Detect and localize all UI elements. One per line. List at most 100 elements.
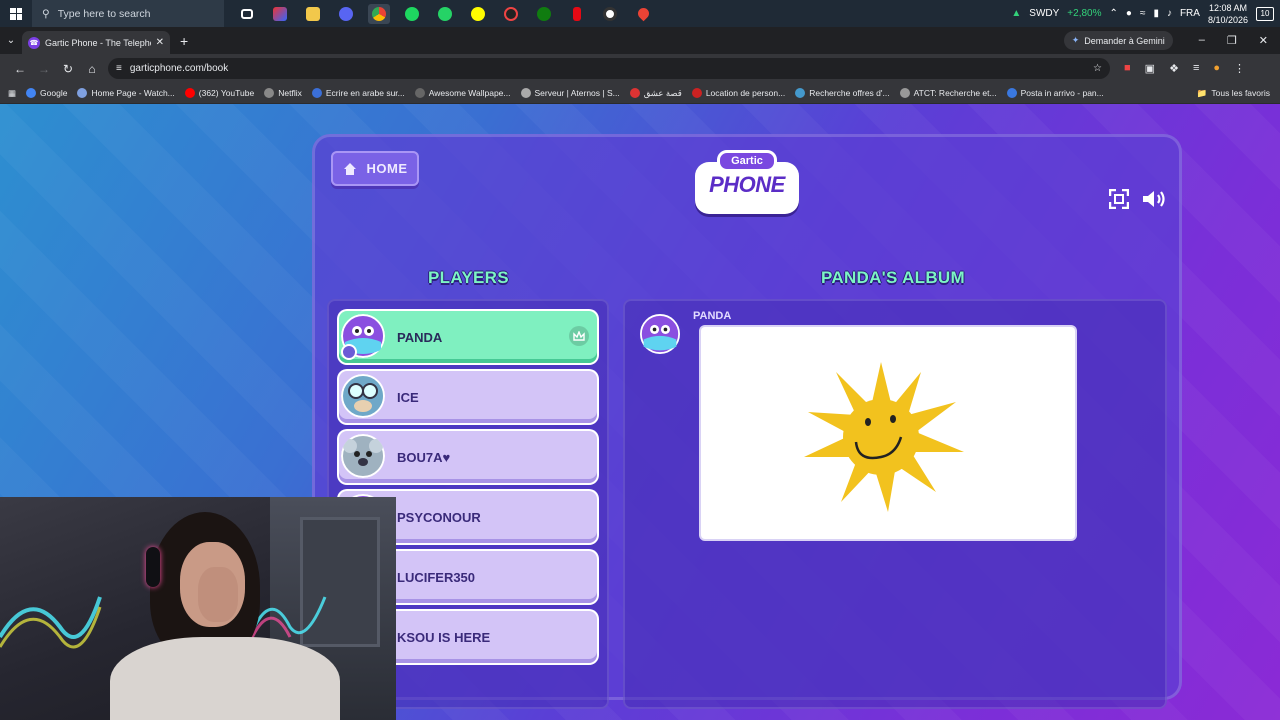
bookmark-favicon-icon (629, 88, 640, 98)
discord-icon[interactable] (335, 4, 357, 24)
new-tab-button[interactable]: + (180, 33, 188, 49)
gartic-favicon-icon: ☎ (28, 36, 40, 49)
bookmark-item[interactable]: Awesome Wallpape... (414, 88, 511, 98)
netflix-icon[interactable] (566, 4, 588, 24)
bookmark-favicon-icon (311, 88, 322, 98)
stock-name: SWDY (1029, 8, 1060, 19)
back-arrow-icon[interactable]: ← (8, 62, 32, 76)
sound-icon[interactable] (1141, 188, 1169, 210)
bookmark-favicon-icon (1006, 88, 1017, 98)
volume-icon[interactable]: ♪ (1167, 8, 1172, 19)
tab-title: Gartic Phone - The Telephone G (45, 37, 151, 48)
webcam-person-body (110, 637, 340, 720)
windows-taskbar: ⚲ Type here to search ▲ SWDY +2,80% ⌃ ● … (0, 0, 1280, 27)
bookmark-item[interactable]: ATCT: Recherche et... (899, 88, 997, 98)
file-explorer-icon[interactable] (302, 4, 324, 24)
wifi-icon[interactable]: ≈ (1140, 8, 1146, 19)
extension-gray-icon[interactable]: ▣ (1145, 62, 1155, 75)
taskbar-search-box[interactable]: ⚲ Type here to search (32, 0, 224, 27)
site-info-icon[interactable]: ≡ (116, 63, 122, 74)
obs-icon[interactable] (599, 4, 621, 24)
bookmark-favicon-icon (264, 88, 275, 98)
address-bar[interactable]: ≡ garticphone.com/book ☆ (108, 58, 1110, 79)
close-tab-icon[interactable]: ✕ (156, 37, 164, 48)
notification-center-button[interactable]: 10 (1256, 6, 1274, 21)
logo-main-text: PHONE (709, 172, 785, 197)
koala-avatar-icon (341, 434, 385, 478)
player-row[interactable]: BOU7A♥ (339, 431, 597, 483)
app-dark-icon[interactable] (500, 4, 522, 24)
window-controls: – ❐ ✕ (1173, 34, 1280, 47)
url-text: garticphone.com/book (129, 63, 229, 74)
start-button[interactable] (0, 0, 32, 27)
player-row[interactable]: PANDA (339, 311, 597, 363)
forward-arrow-icon[interactable]: → (32, 62, 56, 76)
chrome-icon[interactable] (368, 3, 390, 24)
snapchat-icon[interactable] (467, 4, 489, 24)
purple-bird-avatar-icon (640, 314, 680, 354)
fullscreen-icon[interactable] (1109, 189, 1129, 209)
webcam-overlay (0, 497, 396, 720)
task-view-icon[interactable] (236, 4, 258, 24)
gemini-button[interactable]: ✦ Demander à Gemini (1063, 31, 1173, 50)
goggles-avatar-icon (341, 374, 385, 418)
language-indicator[interactable]: FRA (1180, 8, 1200, 19)
tab-search-chevron-icon[interactable]: ⌄ (0, 35, 22, 46)
bookmark-item[interactable]: (362) YouTube (184, 88, 254, 98)
whatsapp-icon[interactable] (434, 4, 456, 24)
profile-avatar-icon[interactable]: ● (1213, 62, 1220, 75)
player-row[interactable]: ICE (339, 371, 597, 423)
bookmark-item[interactable]: Home Page - Watch... (77, 88, 175, 98)
bookmark-item[interactable]: Ecrire en arabe sur... (311, 88, 405, 98)
bookmark-star-icon[interactable]: ☆ (1093, 63, 1102, 74)
bookmark-item[interactable]: Recherche offres d'... (795, 88, 890, 98)
google-icon (26, 88, 37, 98)
bookmark-item[interactable]: Google (26, 88, 67, 98)
player-name: ICE (397, 389, 419, 405)
home-button[interactable]: HOME (331, 151, 419, 186)
led-light-strip (0, 596, 102, 649)
chevron-up-icon[interactable]: ⌃ (1110, 8, 1118, 19)
restore-icon[interactable]: ❐ (1227, 34, 1237, 47)
players-title: PLAYERS (428, 268, 509, 287)
home-browser-icon[interactable]: ⌂ (80, 62, 104, 76)
album-author-name: PANDA (693, 310, 732, 322)
media-controls-icon[interactable]: ≡ (1193, 62, 1199, 75)
bookmark-item[interactable]: Location de person... (691, 88, 785, 98)
minimize-icon[interactable]: – (1199, 34, 1205, 47)
bookmark-item[interactable]: Serveur | Aternos | S... (520, 88, 620, 98)
crown-icon (569, 326, 589, 346)
tab-gartic-phone[interactable]: ☎ Gartic Phone - The Telephone G ✕ (22, 31, 170, 54)
all-bookmarks-folder[interactable]: 📁 Tous les favoris (1197, 88, 1280, 99)
system-tray: ▲ SWDY +2,80% ⌃ ● ≈ ▮ ♪ FRA 12:08 AM 8/1… (1011, 2, 1280, 26)
reload-icon[interactable]: ↻ (56, 62, 80, 76)
microphone-icon[interactable]: ● (1126, 8, 1132, 19)
bookmark-favicon-icon (691, 88, 702, 98)
apps-grid-icon[interactable]: ▦ (8, 88, 16, 99)
player-name: BOU7A♥ (397, 449, 451, 465)
app-red-icon[interactable] (269, 4, 291, 24)
gemini-sparkle-icon: ✦ (1071, 35, 1080, 45)
battery-icon[interactable]: ▮ (1153, 8, 1159, 19)
gartic-phone-logo: Gartic PHONE (687, 150, 807, 222)
clock[interactable]: 12:08 AM 8/10/2026 (1208, 2, 1248, 26)
browser-menu-icon[interactable]: ⋮ (1234, 62, 1245, 75)
bookmark-item[interactable]: قصة عشق (629, 88, 682, 99)
webcam-person-hand (198, 567, 238, 622)
maps-pin-icon[interactable] (632, 4, 654, 24)
xbox-icon[interactable] (533, 4, 555, 24)
browser-toolbar: ← → ↻ ⌂ ≡ garticphone.com/book ☆ ■ ▣ ❖ ≡… (0, 54, 1280, 83)
close-window-icon[interactable]: ✕ (1259, 34, 1268, 47)
folder-icon: 📁 (1196, 87, 1208, 98)
bookmarks-bar: ▦ Google Home Page - Watch... (362) YouT… (0, 83, 1280, 104)
headset-icon (146, 547, 160, 587)
extensions-puzzle-icon[interactable]: ❖ (1169, 62, 1179, 75)
bookmark-item[interactable]: Netflix (264, 88, 302, 98)
bookmark-item[interactable]: Posta in arrivo - pan... (1006, 88, 1104, 98)
player-name: LUCIFER350 (397, 569, 476, 585)
extension-red-icon[interactable]: ■ (1124, 62, 1131, 75)
spotify-icon[interactable] (401, 4, 423, 24)
extension-icons: ■ ▣ ❖ ≡ ● ⋮ (1124, 62, 1245, 75)
home-label: HOME (366, 161, 408, 176)
bookmark-favicon-icon (795, 88, 806, 98)
